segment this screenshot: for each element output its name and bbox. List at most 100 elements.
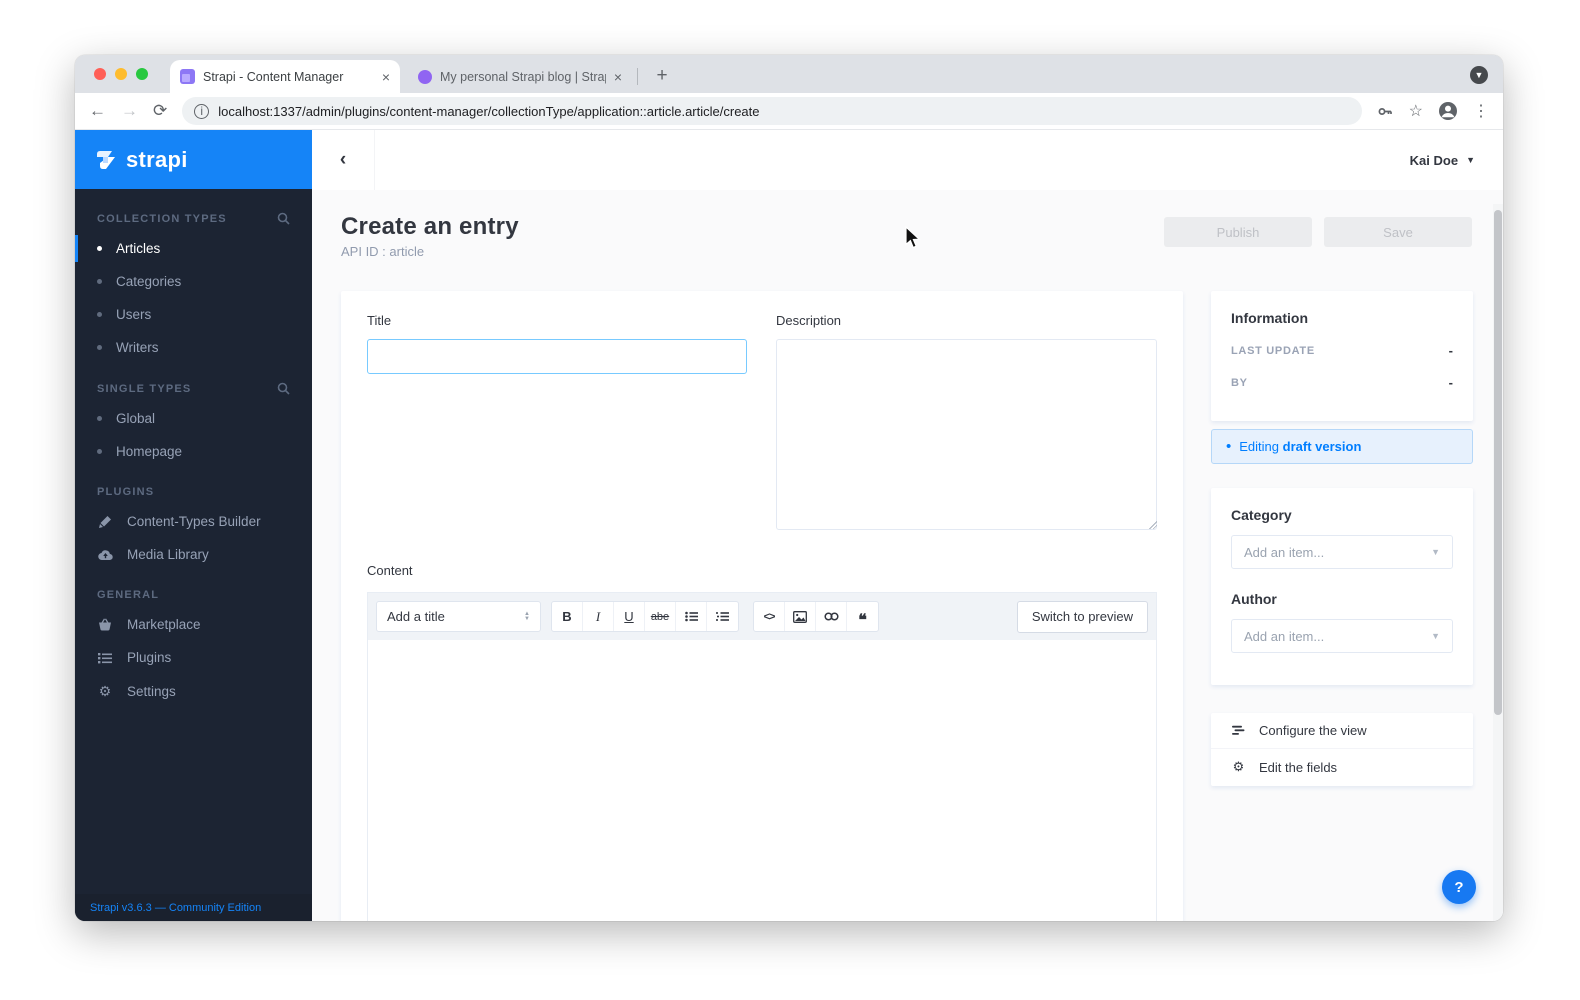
relations-panel: Category Add an item... ▼ Author Add an …	[1211, 488, 1473, 685]
resize-grip-icon[interactable]	[1149, 521, 1157, 529]
author-title: Author	[1231, 591, 1277, 607]
entry-form-card: Title Description Content Add a title ▲ ▼	[341, 291, 1183, 921]
sidebar-item-categories[interactable]: Categories	[75, 265, 312, 298]
chrome-action-icons: ☆ ⋮	[1377, 101, 1489, 121]
back-button[interactable]: ‹	[312, 130, 375, 190]
tab-close-icon[interactable]: ×	[614, 70, 622, 84]
entry-actions: Publish Save	[1164, 217, 1472, 247]
password-key-icon[interactable]	[1377, 103, 1394, 120]
tab-strapi-content-manager[interactable]: Strapi - Content Manager ×	[170, 60, 400, 93]
author-select[interactable]: Add an item... ▼	[1231, 619, 1453, 653]
underline-button[interactable]: U	[614, 602, 645, 631]
italic-button[interactable]: I	[583, 602, 614, 631]
sidebar-item-label: Media Library	[127, 547, 209, 562]
draft-notice-text: Editing draft version	[1239, 439, 1362, 454]
help-button[interactable]: ?	[1442, 870, 1476, 904]
stepper-arrows-icon: ▲ ▼	[524, 610, 530, 622]
blog-favicon	[418, 69, 432, 84]
sidebar-item-articles[interactable]: Articles	[75, 232, 312, 265]
description-field-label: Description	[776, 313, 842, 328]
sidebar-item-content-types-builder[interactable]: Content-Types Builder	[75, 505, 312, 538]
url-bar[interactable]: i localhost:1337/admin/plugins/content-m…	[182, 97, 1362, 125]
section-label: PLUGINS	[97, 486, 155, 498]
user-menu[interactable]: Kai Doe ▼	[1410, 153, 1475, 168]
sidebar-item-users[interactable]: Users	[75, 298, 312, 331]
editor-body[interactable]	[368, 640, 1156, 921]
page-content: Create an entry API ID : article Publish…	[312, 190, 1503, 921]
heading-select[interactable]: Add a title ▲ ▼	[376, 601, 541, 632]
back-icon[interactable]: ←	[89, 101, 106, 121]
image-button[interactable]	[785, 602, 816, 631]
bookmark-star-icon[interactable]: ☆	[1409, 101, 1423, 121]
last-update-row: LAST UPDATE -	[1231, 343, 1453, 358]
link-button[interactable]	[816, 602, 847, 631]
tab-strip: Strapi - Content Manager × My personal S…	[75, 55, 1503, 93]
by-value: -	[1448, 375, 1453, 390]
strikethrough-button[interactable]: abe	[645, 602, 676, 631]
sidebar-item-plugins[interactable]: Plugins	[75, 641, 312, 674]
scrollbar-thumb[interactable]	[1494, 210, 1502, 715]
chevron-down-icon: ▼	[1431, 631, 1440, 641]
search-icon[interactable]	[277, 382, 290, 395]
category-select[interactable]: Add an item... ▼	[1231, 535, 1453, 569]
bold-button[interactable]: B	[552, 602, 583, 631]
description-textarea[interactable]	[776, 339, 1157, 530]
sidebar-item-global[interactable]: Global	[75, 402, 312, 435]
draft-version-notice: • Editing draft version	[1211, 429, 1473, 464]
tab-search-button[interactable]: ▼	[1470, 66, 1488, 84]
tab-title: Strapi - Content Manager	[203, 69, 344, 84]
chrome-menu-icon[interactable]: ⋮	[1473, 101, 1489, 121]
cloud-upload-icon	[97, 549, 113, 561]
chevron-down-icon: ▼	[1466, 155, 1475, 165]
tab-personal-blog[interactable]: My personal Strapi blog | Strap ×	[408, 60, 632, 93]
sidebar-item-label: Marketplace	[127, 617, 201, 632]
bullet-icon	[97, 279, 102, 284]
sidebar: strapi COLLECTION TYPES Articles Categor…	[75, 130, 312, 921]
bullet-list-button[interactable]	[676, 602, 707, 631]
site-info-icon[interactable]: i	[194, 103, 210, 119]
code-button[interactable]: <>	[754, 602, 785, 631]
sidebar-item-media-library[interactable]: Media Library	[75, 538, 312, 571]
scrollbar-track[interactable]	[1493, 204, 1503, 921]
sidebar-nav: COLLECTION TYPES Articles Categories Use…	[75, 189, 312, 894]
author-placeholder: Add an item...	[1244, 628, 1325, 644]
ordered-list-button[interactable]	[707, 602, 738, 631]
tab-title: My personal Strapi blog | Strap	[440, 69, 606, 84]
title-input[interactable]	[367, 339, 747, 374]
sidebar-item-label: Articles	[116, 241, 161, 256]
sidebar-item-label: Content-Types Builder	[127, 514, 261, 529]
save-button[interactable]: Save	[1324, 217, 1472, 247]
close-window-button[interactable]	[94, 68, 106, 80]
bullet-icon	[97, 312, 102, 317]
profile-avatar-icon[interactable]	[1438, 101, 1458, 121]
quote-button[interactable]: ❝	[847, 602, 878, 631]
chevron-left-icon: ‹	[339, 149, 347, 170]
tab-close-icon[interactable]: ×	[382, 70, 390, 84]
sidebar-item-settings[interactable]: ⚙ Settings	[75, 674, 312, 709]
sidebar-item-homepage[interactable]: Homepage	[75, 435, 312, 468]
user-name: Kai Doe	[1409, 152, 1459, 168]
view-links-panel: Configure the view ⚙ Edit the fields	[1211, 713, 1473, 786]
api-id-subtitle: API ID : article	[341, 244, 425, 259]
edit-fields-link[interactable]: ⚙ Edit the fields	[1211, 749, 1473, 785]
last-update-value: -	[1448, 343, 1453, 358]
new-tab-button[interactable]: +	[649, 63, 675, 89]
forward-icon[interactable]: →	[121, 101, 138, 121]
reload-icon[interactable]: ⟳	[153, 101, 167, 121]
configure-view-link[interactable]: Configure the view	[1211, 713, 1473, 749]
url-text: localhost:1337/admin/plugins/content-man…	[218, 103, 760, 119]
search-icon[interactable]	[277, 212, 290, 225]
sidebar-item-label: Writers	[116, 340, 159, 355]
information-panel: Information LAST UPDATE - BY -	[1211, 291, 1473, 421]
section-label: COLLECTION TYPES	[97, 212, 227, 225]
sidebar-item-writers[interactable]: Writers	[75, 331, 312, 364]
sidebar-item-label: Users	[116, 307, 152, 322]
sidebar-item-label: Plugins	[127, 650, 172, 665]
minimize-window-button[interactable]	[115, 68, 127, 80]
switch-to-preview-button[interactable]: Switch to preview	[1016, 600, 1148, 633]
maximize-window-button[interactable]	[136, 68, 148, 80]
publish-button[interactable]: Publish	[1164, 217, 1312, 247]
version-footer[interactable]: Strapi v3.6.3 — Community Edition	[75, 894, 312, 921]
strapi-logo[interactable]: strapi	[75, 130, 312, 189]
sidebar-item-marketplace[interactable]: Marketplace	[75, 608, 312, 641]
